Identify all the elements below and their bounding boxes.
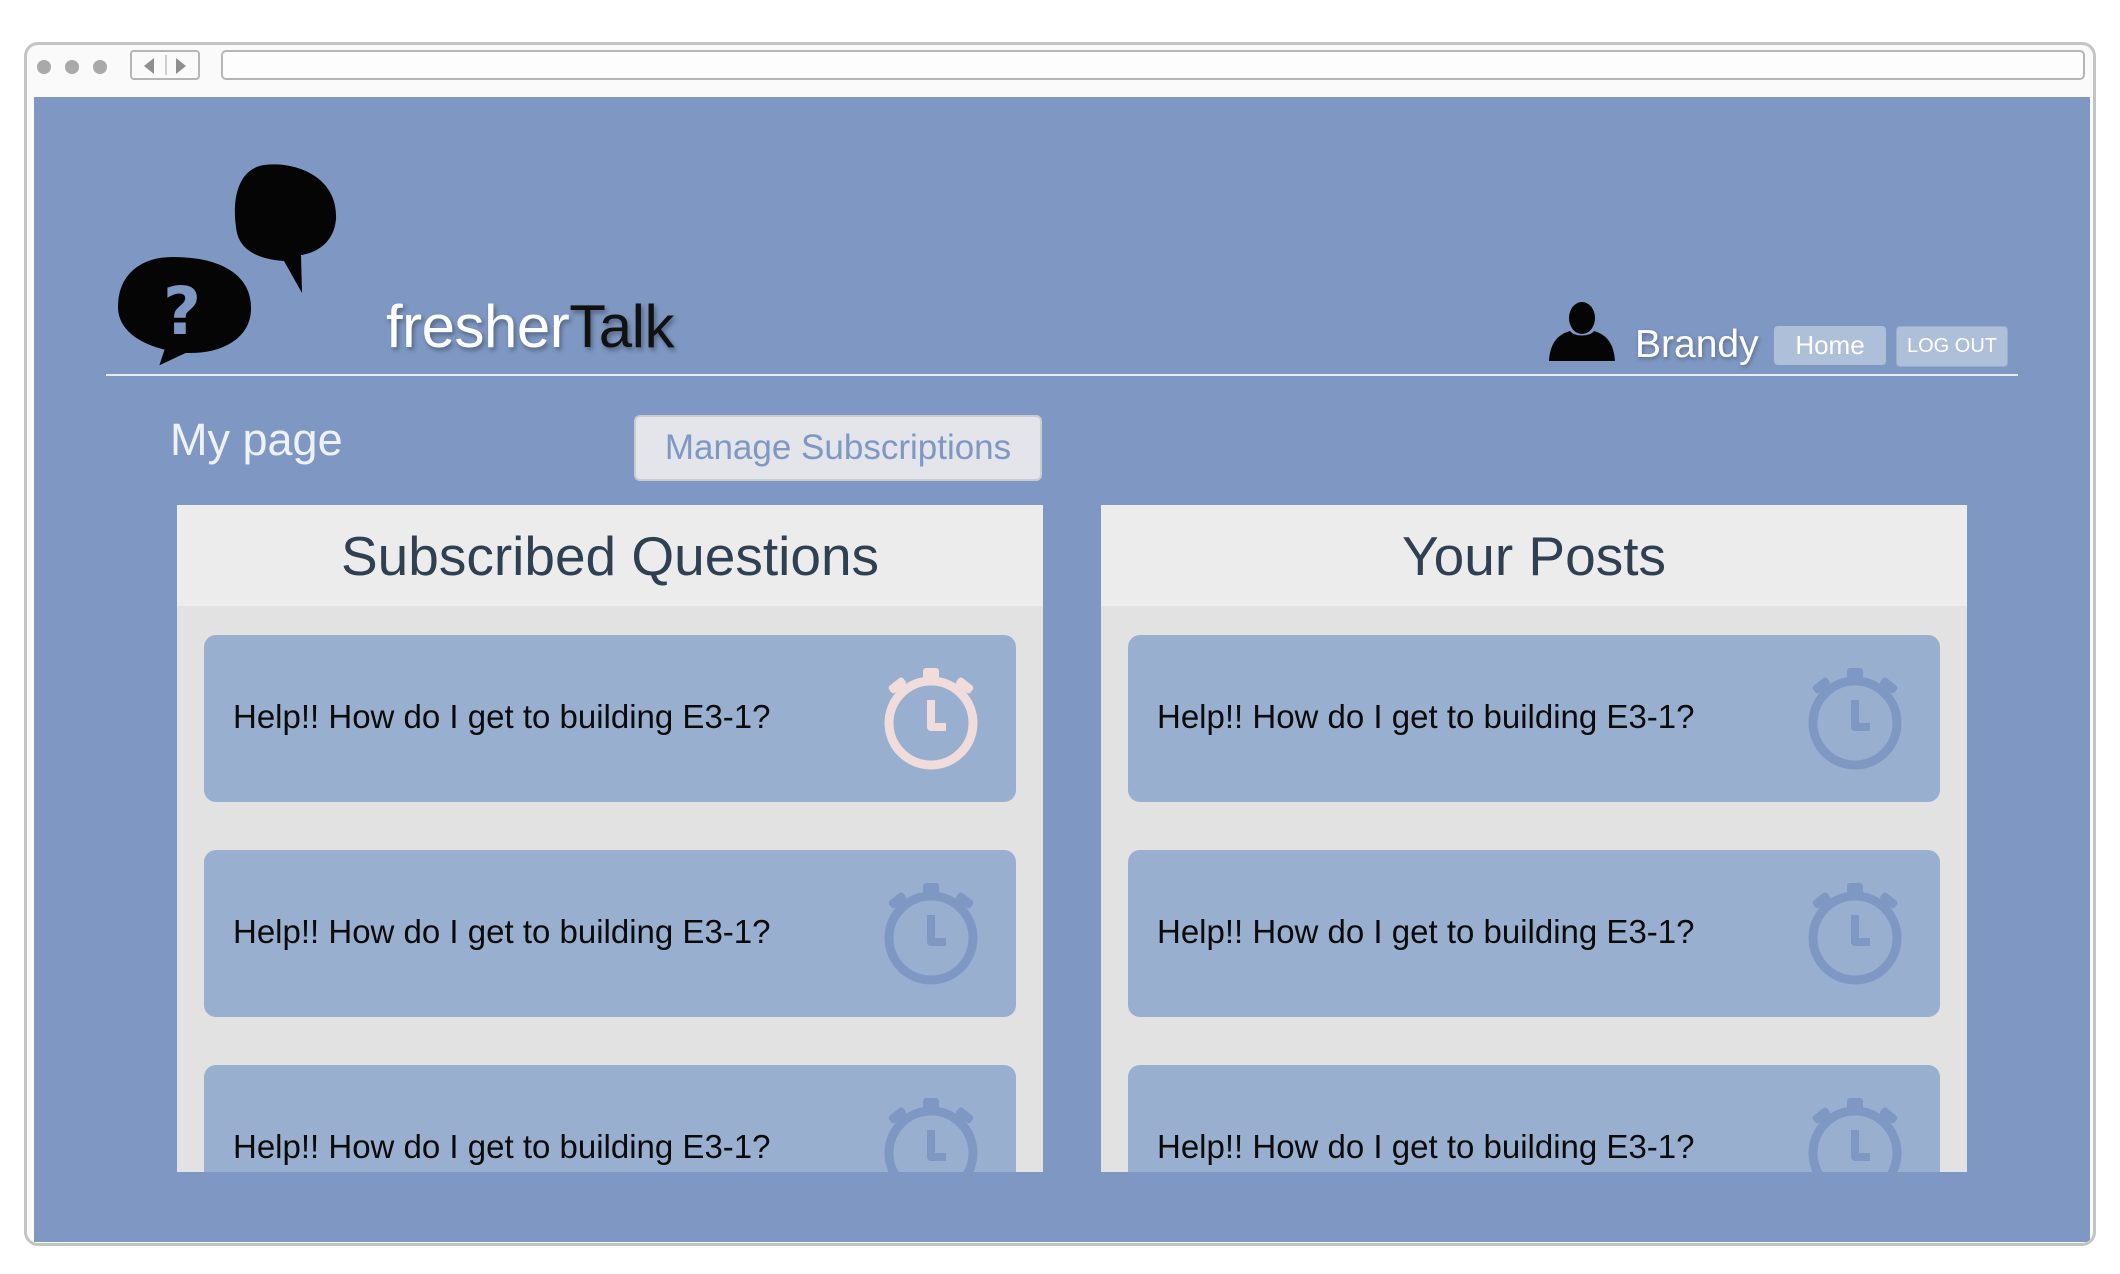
back-arrow-icon[interactable] [144, 58, 154, 74]
subscribed-questions-title: Subscribed Questions [177, 505, 1043, 606]
page-title: My page [170, 414, 343, 465]
question-card[interactable]: Help!! How do I get to building E3-1? [1128, 850, 1940, 1017]
stopwatch-icon [1803, 663, 1907, 776]
question-card[interactable]: Help!! How do I get to building E3-1? [204, 635, 1016, 802]
logout-button[interactable]: LOG OUT [1896, 326, 2008, 367]
question-text: Help!! How do I get to building E3-1? [233, 1128, 771, 1165]
address-bar[interactable] [221, 50, 2085, 80]
browser-window: ? fresherTalk Brandy Home LOG OUT My pag… [24, 42, 2096, 1246]
question-text: Help!! How do I get to building E3-1? [233, 913, 771, 950]
stopwatch-icon [1803, 878, 1907, 991]
svg-text:?: ? [163, 273, 201, 350]
question-card[interactable]: Help!! How do I get to building E3-1? [1128, 1065, 1940, 1172]
stopwatch-icon [879, 1093, 983, 1172]
your-posts-title: Your Posts [1101, 505, 1967, 606]
question-text: Help!! How do I get to building E3-1? [1157, 1128, 1695, 1165]
speech-bubbles-logo-icon: ? [113, 164, 337, 373]
stopwatch-icon [879, 878, 983, 991]
stopwatch-icon [1803, 1093, 1907, 1172]
question-text: Help!! How do I get to building E3-1? [1157, 913, 1695, 950]
stopwatch-icon [879, 663, 983, 776]
your-posts-panel: Your Posts Help!! How do I get to buildi… [1101, 505, 1967, 1172]
user-silhouette-icon [1549, 302, 1615, 361]
question-text: Help!! How do I get to building E3-1? [1157, 698, 1695, 735]
question-card[interactable]: Help!! How do I get to building E3-1? [204, 850, 1016, 1017]
subscribed-questions-panel: Subscribed Questions Help!! How do I get… [177, 505, 1043, 1172]
back-forward-buttons [130, 50, 200, 80]
question-card[interactable]: Help!! How do I get to building E3-1? [204, 1065, 1016, 1172]
window-dot-2[interactable] [65, 60, 79, 74]
question-card[interactable]: Help!! How do I get to building E3-1? [1128, 635, 1940, 802]
nav-separator [165, 55, 167, 75]
brand-name-part-fresher: fresher [386, 293, 570, 360]
window-dot-1[interactable] [37, 60, 51, 74]
home-button[interactable]: Home [1774, 326, 1886, 365]
header-divider [106, 374, 2018, 376]
window-dot-3[interactable] [93, 60, 107, 74]
username: Brandy [1635, 323, 1759, 366]
brand-name[interactable]: fresherTalk [386, 297, 674, 357]
brand-name-part-talk: Talk [569, 293, 674, 360]
page-viewport: ? fresherTalk Brandy Home LOG OUT My pag… [34, 97, 2090, 1242]
question-text: Help!! How do I get to building E3-1? [233, 698, 771, 735]
manage-subscriptions-button[interactable]: Manage Subscriptions [634, 415, 1042, 481]
forward-arrow-icon[interactable] [176, 58, 186, 74]
